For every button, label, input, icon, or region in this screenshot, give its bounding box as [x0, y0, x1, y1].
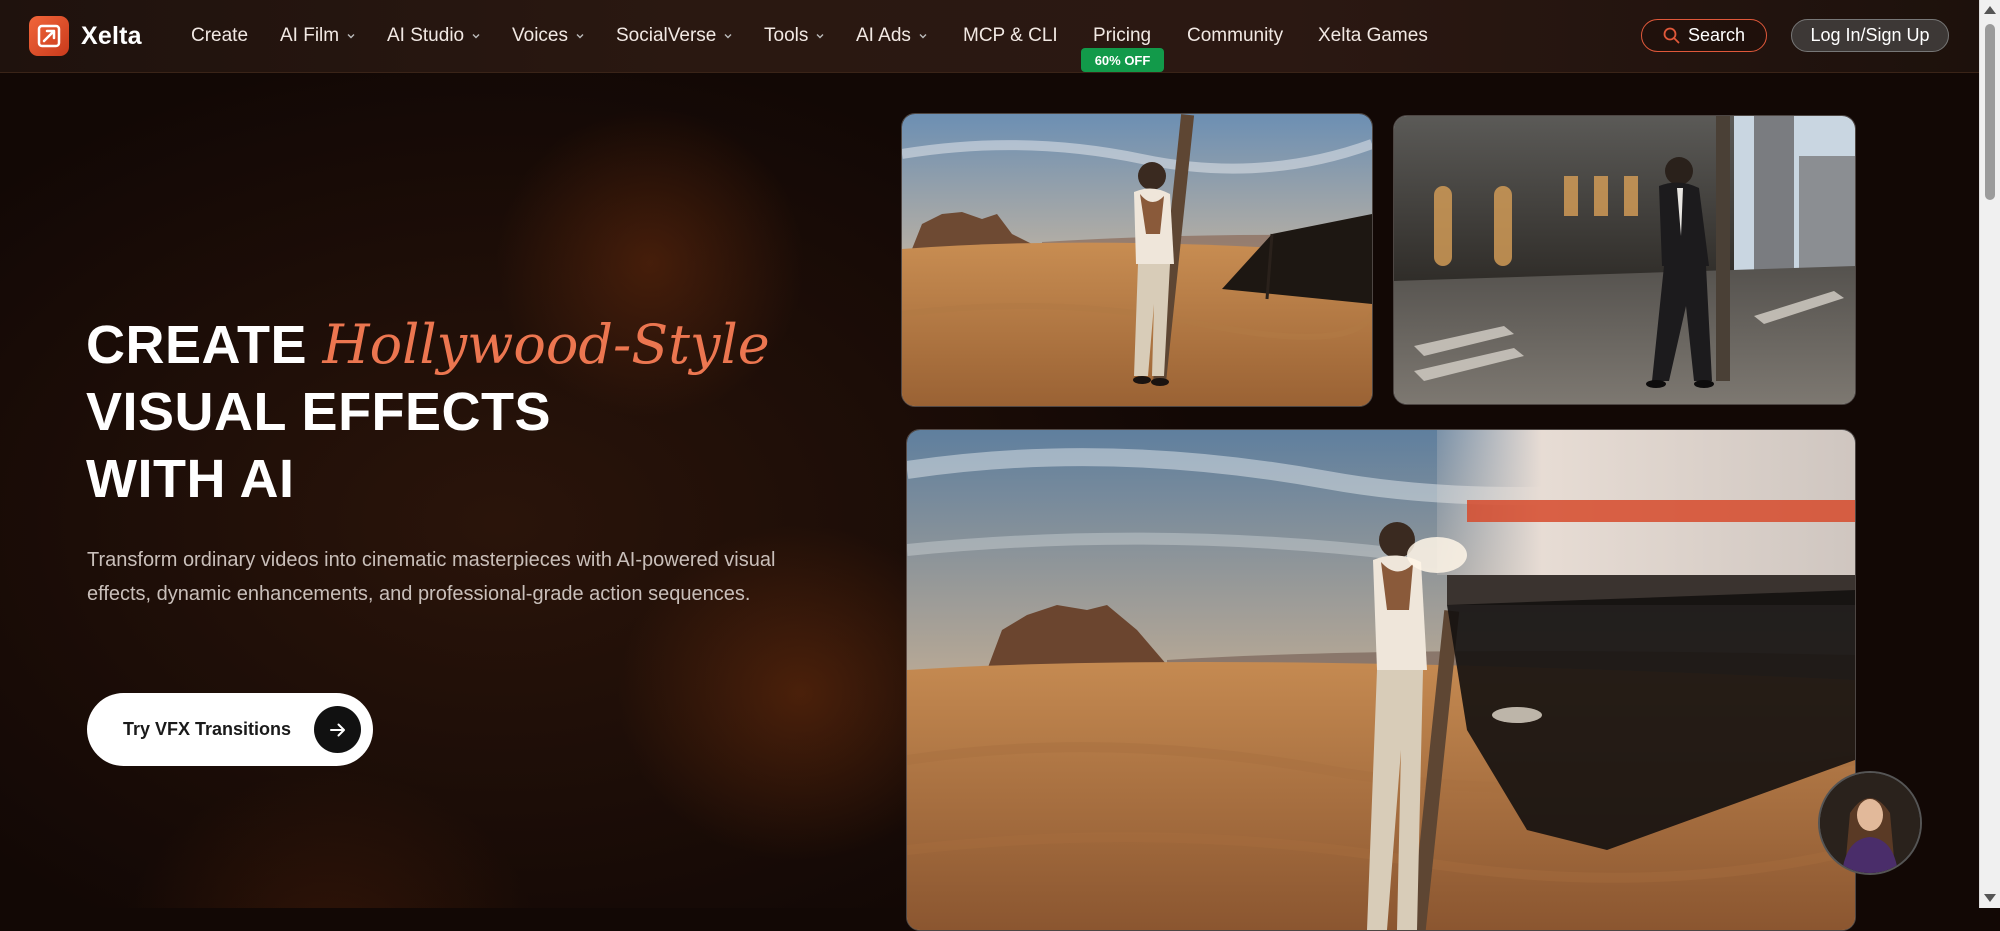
nav-item-label: AI Studio [387, 25, 465, 46]
nav-item-community[interactable]: Community [1187, 0, 1283, 72]
nav-item-label: Pricing [1093, 25, 1152, 46]
brand-logo[interactable]: Xelta [29, 16, 142, 56]
nav-item-voices[interactable]: Voices [512, 0, 586, 72]
nav-item-create[interactable]: Create [191, 0, 248, 72]
chevron-down-icon [472, 34, 480, 39]
nav-item-ai-film[interactable]: AI Film [280, 0, 357, 72]
chevron-down-icon [816, 34, 824, 39]
hero-headline: CREATE Hollywood-Style VISUAL EFFECTS WI… [86, 311, 770, 513]
nav-item-label: AI Film [280, 25, 340, 46]
brand-name: Xelta [81, 21, 142, 50]
nav-item-mcp-cli[interactable]: MCP & CLI [963, 0, 1058, 72]
chevron-down-icon [347, 34, 355, 39]
vfx-transition-scene-image [906, 429, 1856, 931]
nav-item-socialverse[interactable]: SocialVerse [616, 0, 734, 72]
nav-item-label: Community [1187, 25, 1284, 46]
nav-item-label: Voices [512, 25, 568, 46]
hero-description: Transform ordinary videos into cinematic… [87, 549, 776, 605]
xelta-logo-icon [29, 16, 69, 56]
nav-item-ai-studio[interactable]: AI Studio [387, 0, 482, 72]
headline-line-1: CREATE Hollywood-Style [86, 311, 770, 379]
search-button-label: Search [1687, 25, 1746, 45]
headline-line-2: VISUAL EFFECTS [86, 382, 552, 442]
desert-scene-image [901, 113, 1373, 407]
arrow-right-icon [314, 706, 361, 753]
scroll-down-arrow-icon[interactable] [1984, 894, 1996, 902]
assistant-avatar-button[interactable] [1818, 771, 1922, 875]
nav-item-tools[interactable]: Tools [764, 0, 826, 72]
cta-label: Try VFX Transitions [123, 719, 292, 739]
pricing-discount-badge: 60% OFF [1081, 48, 1164, 72]
nav-item-label: SocialVerse [616, 25, 717, 46]
top-navigation-bar: Xelta Create AI Film AI Studio Voices So… [0, 0, 1980, 73]
city-street-scene-image [1393, 115, 1856, 405]
try-vfx-transitions-button[interactable]: Try VFX Transitions [87, 693, 373, 766]
nav-item-label: Tools [764, 25, 809, 46]
scroll-up-arrow-icon[interactable] [1984, 6, 1996, 14]
chevron-down-icon [919, 34, 927, 39]
nav-item-label: Xelta Games [1318, 25, 1428, 46]
headline-prefix: CREATE [86, 315, 308, 375]
chevron-down-icon [724, 34, 732, 39]
search-button[interactable]: Search [1641, 19, 1767, 52]
scrollbar-thumb[interactable] [1985, 24, 1995, 200]
chevron-down-icon [576, 34, 584, 39]
page-scrollbar[interactable] [1979, 0, 2000, 908]
nav-item-ai-ads[interactable]: AI Ads [856, 0, 929, 72]
headline-accent: Hollywood-Style [322, 313, 770, 376]
login-signup-button[interactable]: Log In/Sign Up [1791, 19, 1949, 52]
nav-item-label: Create [191, 25, 249, 46]
login-signup-label: Log In/Sign Up [1810, 25, 1930, 45]
nav-item-xelta-games[interactable]: Xelta Games [1318, 0, 1428, 72]
nav-item-label: AI Ads [856, 25, 911, 46]
nav-item-label: MCP & CLI [963, 25, 1058, 46]
headline-line-3: WITH AI [86, 449, 295, 509]
search-icon [1663, 27, 1680, 44]
